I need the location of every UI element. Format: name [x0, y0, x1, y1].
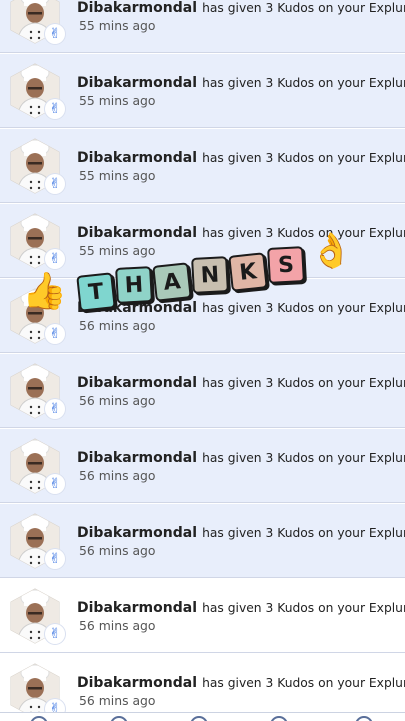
user-name[interactable]: Dibakarmondal [77, 150, 197, 166]
notification-text: Dibakarmondal has given 3 Kudos on your … [77, 522, 405, 541]
add-icon[interactable] [190, 716, 208, 721]
user-name[interactable]: Dibakarmondal [77, 0, 197, 16]
kudos-glyph: ✌ [49, 477, 61, 491]
letter-tile: S [267, 246, 305, 284]
user-name[interactable]: Dibakarmondal [77, 450, 197, 466]
kudos-glyph: ✌ [49, 402, 61, 416]
timestamp: 55 mins ago [79, 18, 156, 33]
user-name[interactable]: Dibakarmondal [77, 375, 197, 391]
user-name[interactable]: Dibakarmondal [77, 675, 197, 691]
kudos-glyph: ✌ [49, 702, 61, 712]
notification-row[interactable]: ✌ Dibakarmondal has given 3 Kudos on your… [0, 504, 405, 578]
notification-row[interactable]: ✌ Dibakarmondal has given 3 Kudos on your… [0, 579, 405, 653]
letter-tile: N [191, 256, 229, 294]
notification-row[interactable]: ✌ Dibakarmondal has given 3 Kudos on your… [0, 0, 405, 53]
kudos-hand-icon: ✌ [45, 474, 65, 494]
kudos-hand-icon: ✌ [45, 324, 65, 344]
notification-text: Dibakarmondal has given 3 Kudos on your … [77, 0, 405, 16]
kudos-glyph: ✌ [49, 552, 61, 566]
user-name[interactable]: Dibakarmondal [77, 75, 197, 91]
chat-icon[interactable] [270, 716, 288, 721]
letter-tile: A [152, 262, 192, 302]
timestamp: 55 mins ago [79, 93, 156, 108]
kudos-glyph: ✌ [49, 27, 61, 41]
timestamp: 56 mins ago [79, 543, 156, 558]
notification-text: Dibakarmondal has given 3 Kudos on your … [77, 447, 405, 466]
notification-list: ✌ Dibakarmondal has given 3 Kudos on your… [0, 0, 405, 712]
letter-tile: K [228, 252, 268, 292]
ok-hand-icon: 👌 [310, 234, 352, 268]
notifications-icon[interactable] [355, 716, 373, 721]
letter-tile: H [115, 266, 153, 304]
timestamp: 56 mins ago [79, 468, 156, 483]
notification-message: has given 3 Kudos on your Explurge [202, 1, 405, 15]
timestamp: 56 mins ago [79, 318, 156, 333]
notification-row[interactable]: ✌ Dibakarmondal has given 3 Kudos on your… [0, 429, 405, 503]
notification-row[interactable]: ✌ Dibakarmondal has given 3 Kudos on your… [0, 54, 405, 128]
notification-message: has given 3 Kudos on your Explurge [202, 151, 405, 165]
kudos-hand-icon: ✌ [45, 24, 65, 44]
kudos-glyph: ✌ [49, 102, 61, 116]
kudos-hand-icon: ✌ [45, 549, 65, 569]
kudos-glyph: ✌ [49, 177, 61, 191]
notification-message: has given 3 Kudos on your Explurge [202, 451, 405, 465]
notification-message: has given 3 Kudos on your Explurge [202, 76, 405, 90]
kudos-hand-icon: ✌ [45, 174, 65, 194]
kudos-hand-icon: ✌ [45, 699, 65, 712]
kudos-glyph: ✌ [49, 327, 61, 341]
timestamp: 56 mins ago [79, 618, 156, 633]
timestamp: 56 mins ago [79, 393, 156, 408]
timestamp: 55 mins ago [79, 168, 156, 183]
notification-text: Dibakarmondal has given 3 Kudos on your … [77, 72, 405, 91]
timestamp: 56 mins ago [79, 693, 156, 708]
thanks-sticker: 👍 👌 THANKS [22, 228, 352, 320]
notification-text: Dibakarmondal has given 3 Kudos on your … [77, 672, 405, 691]
notification-message: has given 3 Kudos on your Explurge [202, 601, 405, 615]
user-name[interactable]: Dibakarmondal [77, 525, 197, 541]
notification-message: has given 3 Kudos on your Explurge [202, 676, 405, 690]
notification-message: has given 3 Kudos on your Explurge [202, 376, 405, 390]
notification-row[interactable]: ✌ Dibakarmondal has given 3 Kudos on your… [0, 129, 405, 203]
kudos-hand-icon: ✌ [45, 399, 65, 419]
notification-row[interactable]: ✌ Dibakarmondal has given 3 Kudos on your… [0, 354, 405, 428]
thumbs-up-icon: 👍 [22, 274, 67, 310]
user-name[interactable]: Dibakarmondal [77, 600, 197, 616]
home-icon[interactable] [30, 716, 48, 721]
kudos-hand-icon: ✌ [45, 624, 65, 644]
notification-text: Dibakarmondal has given 3 Kudos on your … [77, 372, 405, 391]
notification-text: Dibakarmondal has given 3 Kudos on your … [77, 147, 405, 166]
search-icon[interactable] [110, 716, 128, 721]
kudos-hand-icon: ✌ [45, 99, 65, 119]
kudos-glyph: ✌ [49, 627, 61, 641]
notification-row[interactable]: ✌ Dibakarmondal has given 3 Kudos on your… [0, 654, 405, 712]
letter-tile: T [76, 272, 116, 312]
notification-message: has given 3 Kudos on your Explurge [202, 526, 405, 540]
notification-text: Dibakarmondal has given 3 Kudos on your … [77, 597, 405, 616]
